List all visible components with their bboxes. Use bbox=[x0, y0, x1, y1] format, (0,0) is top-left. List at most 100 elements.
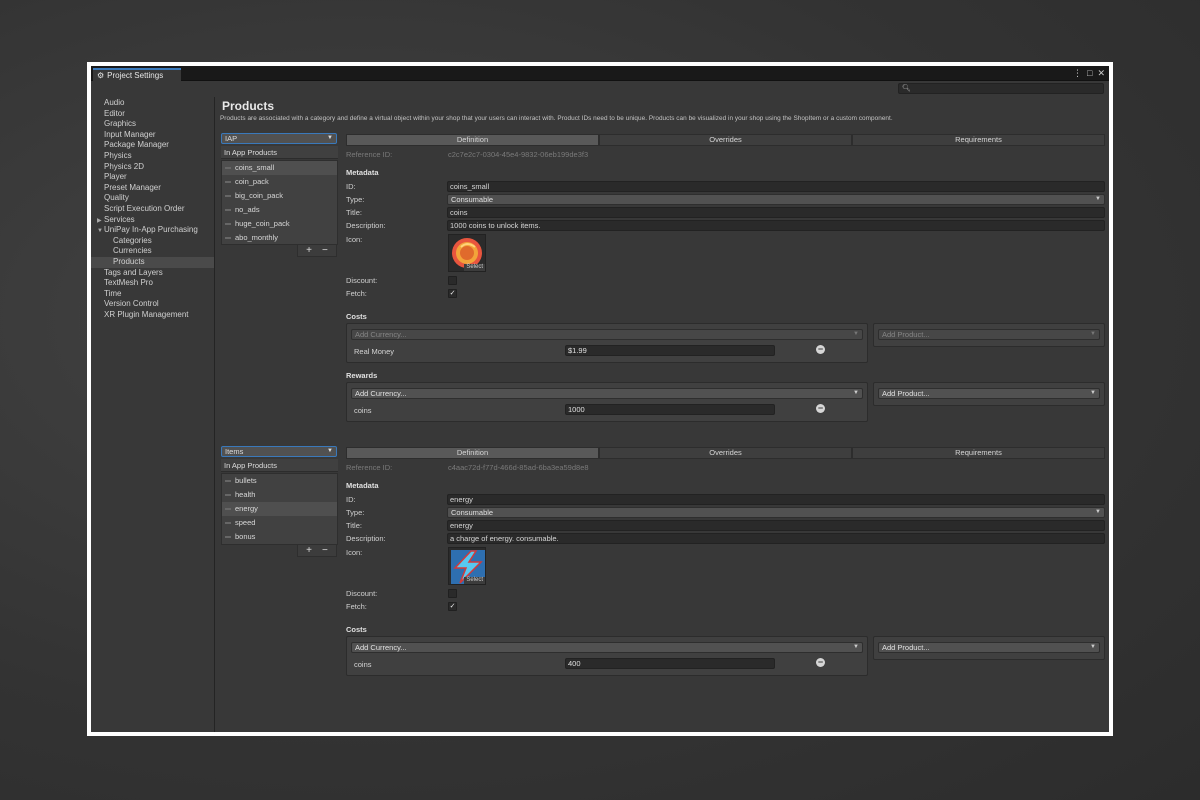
description-label: Description: bbox=[346, 534, 386, 543]
sidebar-item-preset-manager[interactable]: Preset Manager bbox=[91, 183, 214, 194]
fetch-checkbox[interactable]: ✓ bbox=[448, 289, 457, 298]
drag-handle-icon[interactable] bbox=[225, 494, 231, 496]
discount-checkbox[interactable] bbox=[448, 589, 457, 598]
drag-handle-icon[interactable] bbox=[225, 195, 231, 197]
sidebar-item-version-control[interactable]: Version Control bbox=[91, 299, 214, 310]
add-currency-dropdown[interactable]: Add Currency... ▼ bbox=[351, 388, 863, 399]
list-item[interactable]: big_coin_pack bbox=[222, 189, 337, 203]
type-dropdown[interactable]: Consumable ▼ bbox=[447, 194, 1105, 205]
add-product-button[interactable]: + bbox=[306, 245, 312, 256]
type-dropdown[interactable]: Consumable ▼ bbox=[447, 507, 1105, 518]
metadata-heading: Metadata bbox=[346, 168, 379, 177]
sidebar-item-unipay[interactable]: ▼UniPay In-App Purchasing bbox=[91, 225, 214, 236]
discount-checkbox[interactable] bbox=[448, 276, 457, 285]
fetch-checkbox[interactable]: ✓ bbox=[448, 602, 457, 611]
window-tab[interactable]: ⚙ Project Settings bbox=[93, 68, 181, 81]
sidebar-item-quality[interactable]: Quality bbox=[91, 193, 214, 204]
remove-cost-button[interactable]: − bbox=[816, 345, 825, 354]
tab-definition[interactable]: Definition bbox=[346, 134, 599, 146]
sidebar-item-input-manager[interactable]: Input Manager bbox=[91, 130, 214, 141]
sidebar-item-xr-plugin-management[interactable]: XR Plugin Management bbox=[91, 310, 214, 321]
drag-handle-icon[interactable] bbox=[225, 480, 231, 482]
drag-handle-icon[interactable] bbox=[225, 209, 231, 211]
sidebar-item-physics-2d[interactable]: Physics 2D bbox=[91, 162, 214, 173]
id-field[interactable]: energy bbox=[447, 494, 1105, 505]
expand-arrow-icon[interactable]: ▶ bbox=[97, 216, 104, 227]
drag-handle-icon[interactable] bbox=[225, 181, 231, 183]
sidebar-item-services[interactable]: ▶ Services bbox=[91, 215, 214, 226]
list-item[interactable]: no_ads bbox=[222, 203, 337, 217]
title-field[interactable]: coins bbox=[447, 207, 1105, 218]
sidebar-item-graphics[interactable]: Graphics bbox=[91, 119, 214, 130]
cost-amount-field[interactable]: 400 bbox=[565, 658, 775, 669]
category-select[interactable]: Items ▼ bbox=[221, 446, 337, 457]
maximize-icon[interactable]: □ bbox=[1087, 68, 1092, 78]
cost-amount-field[interactable]: $1.99 bbox=[565, 345, 775, 356]
sidebar-item-products[interactable]: Products bbox=[91, 256, 214, 268]
id-field[interactable]: coins_small bbox=[447, 181, 1105, 192]
sidebar-item-textmesh-pro[interactable]: TextMesh Pro bbox=[91, 278, 214, 289]
select-label[interactable]: Select bbox=[464, 577, 485, 584]
sidebar-item-currencies[interactable]: Currencies bbox=[91, 246, 214, 257]
remove-product-button[interactable]: − bbox=[322, 245, 328, 256]
drag-handle-icon[interactable] bbox=[225, 237, 231, 239]
sidebar-item-package-manager[interactable]: Package Manager bbox=[91, 140, 214, 151]
drag-handle-icon[interactable] bbox=[225, 167, 231, 169]
remove-product-button[interactable]: − bbox=[322, 545, 328, 556]
drag-handle-icon[interactable] bbox=[225, 508, 231, 510]
sidebar-item-categories[interactable]: Categories bbox=[91, 236, 214, 247]
list-item[interactable]: bullets bbox=[222, 474, 337, 488]
tab-definition[interactable]: Definition bbox=[346, 447, 599, 459]
remove-cost-button[interactable]: − bbox=[816, 658, 825, 667]
costs-product-panel: Add Product... ▼ bbox=[873, 323, 1105, 347]
tab-overrides[interactable]: Overrides bbox=[599, 134, 852, 146]
select-label[interactable]: Select bbox=[464, 264, 485, 271]
drag-handle-icon[interactable] bbox=[225, 522, 231, 524]
tab-requirements[interactable]: Requirements bbox=[852, 447, 1105, 459]
add-currency-label: Add Currency... bbox=[355, 389, 407, 398]
page-title: Products bbox=[222, 99, 275, 113]
list-item[interactable]: coins_small bbox=[222, 161, 337, 175]
list-item[interactable]: bonus bbox=[222, 530, 337, 544]
list-add-remove: + − bbox=[297, 545, 337, 557]
rewards-currency-panel: Add Currency... ▼ coins 1000 − bbox=[346, 382, 868, 422]
title-field[interactable]: energy bbox=[447, 520, 1105, 531]
list-item[interactable]: energy bbox=[222, 502, 337, 516]
category-select[interactable]: IAP ▼ bbox=[221, 133, 337, 144]
list-item[interactable]: huge_coin_pack bbox=[222, 217, 337, 231]
list-item[interactable]: health bbox=[222, 488, 337, 502]
add-product-dropdown[interactable]: Add Product... ▼ bbox=[878, 642, 1100, 653]
list-item[interactable]: speed bbox=[222, 516, 337, 530]
tab-requirements[interactable]: Requirements bbox=[852, 134, 1105, 146]
reward-amount-field[interactable]: 1000 bbox=[565, 404, 775, 415]
sidebar-item-tags-and-layers[interactable]: Tags and Layers bbox=[91, 268, 214, 279]
list-item[interactable]: coin_pack bbox=[222, 175, 337, 189]
close-icon[interactable]: ✕ bbox=[1097, 68, 1105, 78]
sidebar-item-physics[interactable]: Physics bbox=[91, 151, 214, 162]
drag-handle-icon[interactable] bbox=[225, 223, 231, 225]
description-field[interactable]: a charge of energy. consumable. bbox=[447, 533, 1105, 544]
add-currency-dropdown[interactable]: Add Currency... ▼ bbox=[351, 329, 863, 340]
remove-reward-button[interactable]: − bbox=[816, 404, 825, 413]
add-product-dropdown[interactable]: Add Product... ▼ bbox=[878, 329, 1100, 340]
icon-picker[interactable]: Select bbox=[448, 234, 486, 272]
search-input[interactable]: 🔍︎ bbox=[898, 83, 1104, 94]
sidebar-item-editor[interactable]: Editor bbox=[91, 109, 214, 120]
collapse-arrow-icon[interactable]: ▼ bbox=[97, 226, 104, 237]
category-select-value: Items bbox=[225, 447, 244, 456]
drag-handle-icon[interactable] bbox=[225, 536, 231, 538]
sidebar-item-audio[interactable]: Audio bbox=[91, 98, 214, 109]
sidebar-item-script-execution-order[interactable]: Script Execution Order bbox=[91, 204, 214, 215]
costs-heading: Costs bbox=[346, 625, 367, 634]
add-currency-dropdown[interactable]: Add Currency... ▼ bbox=[351, 642, 863, 653]
add-product-button[interactable]: + bbox=[306, 545, 312, 556]
description-field[interactable]: 1000 coins to unlock items. bbox=[447, 220, 1105, 231]
list-item[interactable]: abo_monthly bbox=[222, 231, 337, 245]
more-options-icon[interactable]: ⋮ bbox=[1073, 68, 1082, 78]
chevron-down-icon: ▼ bbox=[1095, 509, 1101, 515]
icon-picker[interactable]: Select bbox=[448, 547, 486, 585]
sidebar-item-player[interactable]: Player bbox=[91, 172, 214, 183]
add-product-dropdown[interactable]: Add Product... ▼ bbox=[878, 388, 1100, 399]
tab-overrides[interactable]: Overrides bbox=[599, 447, 852, 459]
sidebar-item-time[interactable]: Time bbox=[91, 289, 214, 300]
